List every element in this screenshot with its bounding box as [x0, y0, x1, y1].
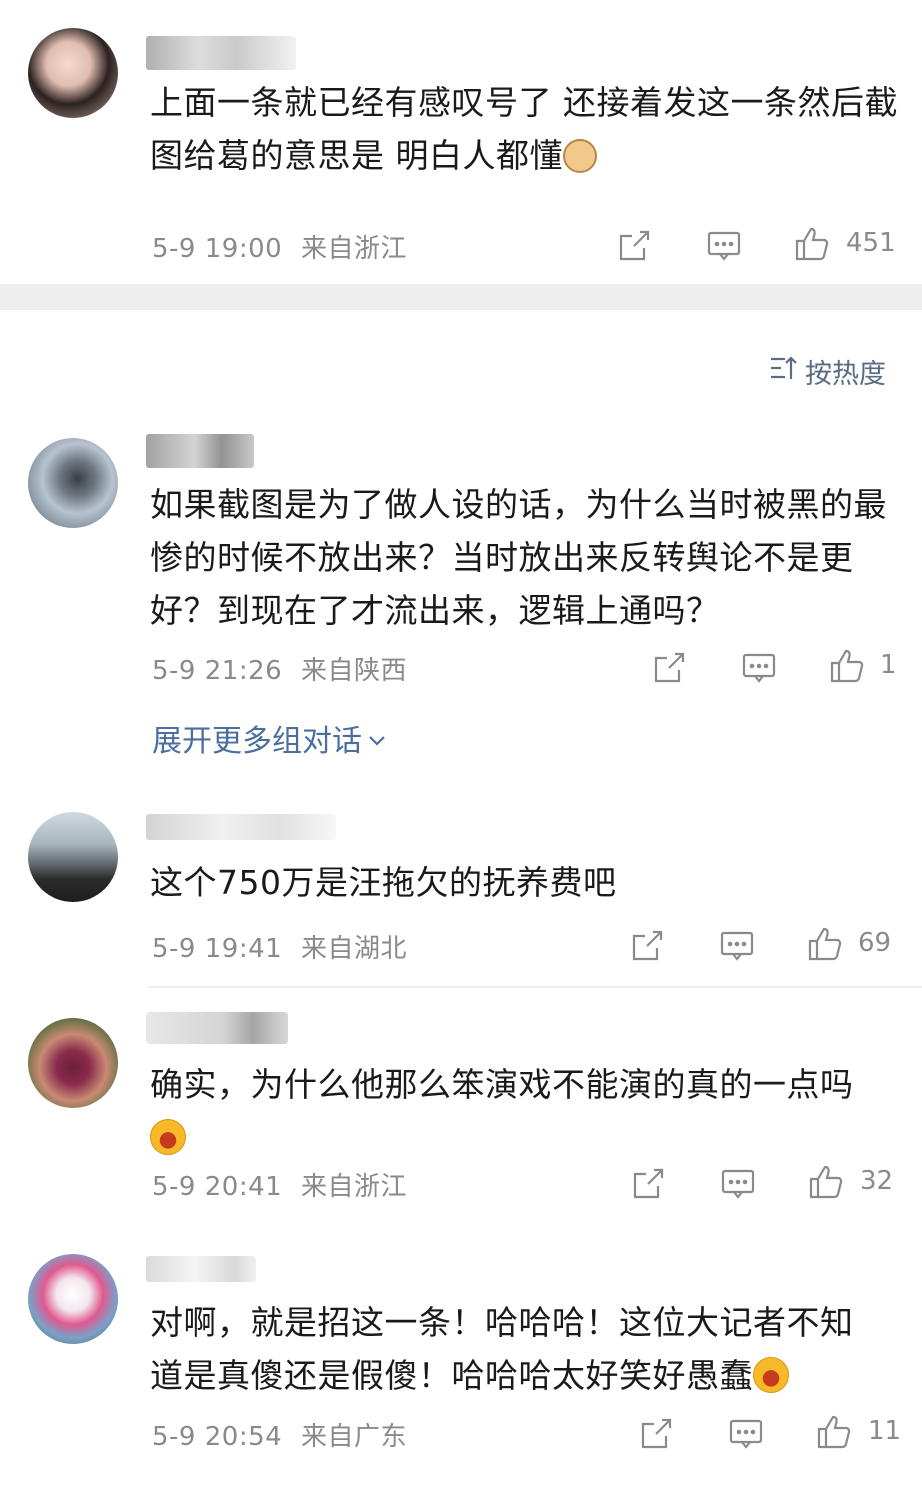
sort-label: 按热度 [805, 359, 886, 390]
comment-text: 如果截图是为了做人设的话，为什么当时被黑的最惨的时候不放出来？当时放出来反转舆论… [150, 485, 887, 630]
comment-meta: 5-9 21:26 来自陕西 [152, 650, 407, 687]
comment-text: 上面一条就已经有感叹号了 还接着发这一条然后截图给葛的意思是 明白人都懂 [150, 76, 910, 182]
avatar[interactable] [28, 438, 118, 528]
username[interactable] [146, 36, 296, 70]
comment-meta: 5-9 19:00 来自浙江 [152, 228, 407, 265]
like-icon[interactable] [808, 1164, 844, 1200]
laughing-face-icon [150, 1119, 186, 1155]
comment-meta: 5-9 20:41 来自浙江 [152, 1166, 407, 1203]
expand-more-conversations-link[interactable]: 展开更多组对话 [152, 716, 388, 760]
like-count: 451 [846, 228, 896, 258]
comment-separator [148, 986, 922, 988]
comment-icon[interactable] [706, 228, 742, 264]
section-divider [0, 284, 922, 310]
share-icon[interactable] [638, 1416, 674, 1452]
comment-location: 来自浙江 [300, 1172, 407, 1202]
comment-icon[interactable] [719, 928, 755, 964]
share-icon[interactable] [616, 228, 652, 264]
like-count: 32 [860, 1166, 894, 1196]
comment-location: 来自陕西 [300, 656, 407, 686]
comment-date: 5-9 20:41 [152, 1172, 283, 1202]
comment-date: 5-9 19:00 [152, 234, 283, 264]
comment-date: 5-9 19:41 [152, 934, 283, 964]
sort-icon [769, 354, 799, 389]
comment-text: 对啊，就是招这一条！哈哈哈！这位大记者不知道是真傻还是假傻！哈哈哈太好笑好愚蠢 [150, 1296, 870, 1402]
comment-date: 5-9 21:26 [152, 656, 283, 686]
like-count: 1 [880, 650, 897, 680]
share-icon[interactable] [629, 928, 665, 964]
username[interactable] [146, 1012, 288, 1044]
like-icon[interactable] [794, 226, 830, 262]
username[interactable] [146, 434, 254, 468]
comment-text-body: 确实，为什么他那么笨演戏不能演的真的一点吗 [150, 1065, 854, 1104]
like-count: 11 [868, 1416, 902, 1446]
share-icon[interactable] [651, 650, 687, 686]
share-icon[interactable] [630, 1166, 666, 1202]
username[interactable] [146, 1256, 256, 1282]
comment-location: 来自湖北 [300, 934, 407, 964]
comment-meta: 5-9 19:41 来自湖北 [152, 928, 407, 965]
like-icon[interactable] [829, 648, 865, 684]
comment-icon[interactable] [741, 650, 777, 686]
sort-by-hot-button[interactable]: 按热度 [769, 352, 886, 391]
cat-face-icon [563, 139, 597, 173]
comment-location: 来自浙江 [300, 234, 407, 264]
expand-label: 展开更多组对话 [152, 724, 362, 759]
comment-text-body: 上面一条就已经有感叹号了 还接着发这一条然后截图给葛的意思是 明白人都懂 [150, 83, 898, 175]
like-count: 69 [858, 928, 892, 958]
chevron-down-icon [366, 721, 388, 756]
username[interactable] [146, 814, 336, 840]
laughing-face-icon [753, 1357, 789, 1393]
avatar[interactable] [28, 812, 118, 902]
like-icon[interactable] [807, 926, 843, 962]
comment-location: 来自广东 [300, 1422, 407, 1452]
comment-text: 这个750万是汪拖欠的抚养费吧 [150, 863, 617, 902]
avatar[interactable] [28, 1254, 118, 1344]
comment-date: 5-9 20:54 [152, 1422, 283, 1452]
comment-icon[interactable] [728, 1416, 764, 1452]
avatar[interactable] [28, 28, 118, 118]
comment-icon[interactable] [720, 1166, 756, 1202]
avatar[interactable] [28, 1018, 118, 1108]
like-icon[interactable] [816, 1414, 852, 1450]
comment-text: 确实，为什么他那么笨演戏不能演的真的一点吗 [150, 1058, 890, 1164]
comment-text-body: 对啊，就是招这一条！哈哈哈！这位大记者不知道是真傻还是假傻！哈哈哈太好笑好愚蠢 [150, 1303, 854, 1395]
comment-meta: 5-9 20:54 来自广东 [152, 1416, 407, 1453]
